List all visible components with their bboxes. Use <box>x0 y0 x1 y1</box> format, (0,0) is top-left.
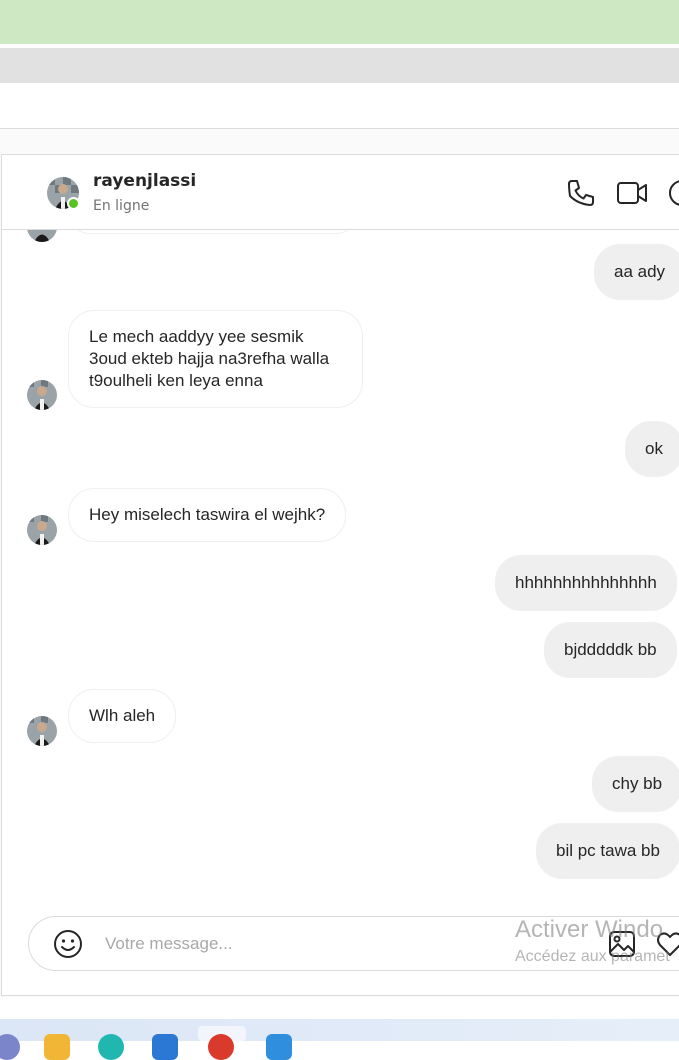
message-bubble-outgoing: chy bb <box>592 756 679 812</box>
message-list: aa ady Le mech aaddyy yee sesmik 3oud ek… <box>2 230 679 910</box>
message-bubble-partial <box>68 230 358 234</box>
edge-icon[interactable] <box>98 1034 124 1060</box>
message-bubble-outgoing: ok <box>625 421 679 477</box>
chat-header: rayenjlassi En ligne <box>2 155 679 230</box>
watermark-subtitle: Accédez aux paramet <box>515 948 670 965</box>
video-icon[interactable] <box>615 177 647 209</box>
chat-panel: rayenjlassi En ligne aa ady Le mech aadd… <box>1 154 679 996</box>
page-toolbar <box>0 83 679 129</box>
chat-username[interactable]: rayenjlassi <box>93 171 196 191</box>
info-icon[interactable] <box>666 177 679 209</box>
avatar <box>27 716 57 746</box>
watermark-title: Activer Windo <box>515 916 664 943</box>
message-input[interactable] <box>105 931 525 957</box>
avatar <box>27 515 57 545</box>
taskbar-app-icon[interactable] <box>0 1034 20 1060</box>
message-bubble-outgoing: aa ady <box>594 244 679 300</box>
message-bubble-outgoing: bjdddddk bb <box>544 622 677 678</box>
browser-top-bar <box>0 0 679 44</box>
folder-icon[interactable] <box>44 1034 70 1060</box>
online-indicator <box>67 197 80 210</box>
emoji-icon[interactable] <box>53 929 83 959</box>
message-bubble-incoming: Le mech aaddyy yee sesmik 3oud ekteb haj… <box>68 310 363 408</box>
mail-icon[interactable] <box>266 1034 292 1060</box>
browser-tab-strip <box>0 48 679 83</box>
message-bubble-outgoing: bil pc tawa bb <box>536 823 679 879</box>
chat-status: En ligne <box>93 198 150 214</box>
avatar <box>27 230 57 242</box>
phone-icon[interactable] <box>565 177 597 209</box>
chrome-icon[interactable] <box>208 1034 234 1060</box>
windows-activation-watermark: Activer Windo Accédez aux paramet <box>515 916 670 966</box>
message-bubble-outgoing: hhhhhhhhhhhhhhh <box>495 555 677 611</box>
store-icon[interactable] <box>152 1034 178 1060</box>
message-bubble-incoming: Wlh aleh <box>68 689 177 743</box>
avatar <box>27 380 57 410</box>
message-bubble-incoming: Hey miselech taswira el wejhk? <box>68 488 347 542</box>
